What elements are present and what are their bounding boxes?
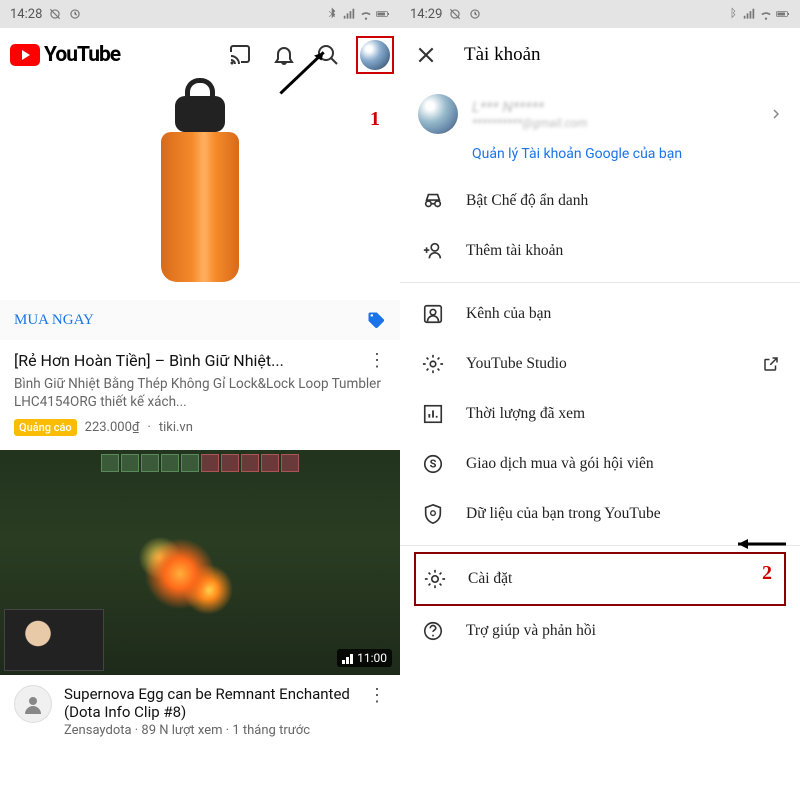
bottle-image: [160, 96, 240, 286]
svg-text:S: S: [430, 458, 437, 471]
ad-info-block: [Rẻ Hơn Hoàn Tiền] – Bình Giữ Nhiệt... ⋮…: [0, 340, 400, 450]
battery-icon: [776, 7, 790, 21]
menu-label: Thời lượng đã xem: [466, 405, 585, 423]
ad-source: tiki.vn: [159, 420, 193, 435]
menu-item-purchases[interactable]: S Giao dịch mua và gói hội viên: [400, 439, 800, 489]
menu-label: Trợ giúp và phản hồi: [466, 622, 596, 640]
status-bar-right: 14:29: [400, 0, 800, 28]
shield-icon: [422, 503, 444, 525]
menu-label: Kênh của bạn: [466, 305, 551, 323]
clock-icon: [68, 7, 82, 21]
settings-highlight-box: Cài đặt: [414, 552, 786, 606]
menu-label: Bật Chế độ ẩn danh: [466, 192, 588, 210]
cast-icon[interactable]: [228, 43, 252, 67]
profile-email: **********@gmail.com: [472, 116, 756, 130]
buy-now-label: MUA NGAY: [14, 312, 94, 329]
bluetooth-icon: [725, 7, 739, 21]
incognito-icon: [422, 190, 444, 212]
signal-icon: [742, 7, 756, 21]
stream-webcam-inset: [4, 609, 104, 671]
status-time-right: 14:29: [410, 7, 442, 22]
clock-icon: [468, 7, 482, 21]
account-menu-list: Bật Chế độ ẩn danh Thêm tài khoản Kênh c…: [400, 176, 800, 656]
signal-icon: [342, 7, 356, 21]
channel-avatar[interactable]: [14, 685, 52, 723]
video-subtitle: Zensaydota · 89 N lượt xem · 1 tháng trư…: [64, 723, 368, 738]
menu-item-settings[interactable]: Cài đặt: [424, 554, 776, 604]
profile-avatar-button[interactable]: [360, 40, 390, 70]
annotation-arrow-2: [728, 536, 788, 552]
annotation-number-2: 2: [762, 562, 772, 585]
profile-row[interactable]: L*** N***** **********@gmail.com: [400, 82, 800, 146]
menu-label: Thêm tài khoản: [466, 242, 563, 260]
bluetooth-icon: [325, 7, 339, 21]
menu-item-your-data[interactable]: Dữ liệu của bạn trong YouTube: [400, 489, 800, 539]
alarm-off-icon: [448, 7, 462, 21]
menu-label: Giao dịch mua và gói hội viên: [466, 455, 654, 473]
youtube-logo-text: YouTube: [44, 43, 120, 67]
person-box-icon: [422, 303, 444, 325]
phone-right: 14:29 Tài khoản L*** N***** **********@g…: [400, 0, 800, 800]
video-thumbnail[interactable]: 11:00: [0, 450, 400, 675]
status-time: 14:28: [10, 7, 42, 22]
video-duration-badge: 11:00: [337, 649, 392, 667]
dollar-icon: S: [422, 453, 444, 475]
menu-item-time-watched[interactable]: Thời lượng đã xem: [400, 389, 800, 439]
tag-icon: [366, 310, 386, 330]
profile-name: L*** N*****: [472, 98, 756, 116]
ad-more-menu[interactable]: ⋮: [368, 350, 386, 371]
add-user-icon: [422, 240, 444, 262]
video-more-menu[interactable]: ⋮: [368, 685, 386, 738]
video-title: Supernova Egg can be Remnant Enchanted (…: [64, 685, 368, 721]
account-header: Tài khoản: [400, 28, 800, 82]
video-info-row[interactable]: Supernova Egg can be Remnant Enchanted (…: [0, 675, 400, 748]
manage-google-account-link[interactable]: Quản lý Tài khoản Google của bạn: [400, 146, 800, 176]
divider: [400, 282, 800, 283]
ad-product-image[interactable]: [0, 82, 400, 300]
youtube-logo[interactable]: YouTube: [10, 43, 120, 67]
battery-icon: [376, 7, 390, 21]
youtube-header: YouTube: [0, 28, 400, 82]
ad-title[interactable]: [Rẻ Hơn Hoàn Tiền] – Bình Giữ Nhiệt...: [14, 351, 284, 370]
menu-item-add-account[interactable]: Thêm tài khoản: [400, 226, 800, 276]
gear-icon: [424, 568, 446, 590]
menu-label: Dữ liệu của bạn trong YouTube: [466, 505, 661, 523]
wifi-icon: [759, 7, 773, 21]
ad-description: Bình Giữ Nhiệt Bằng Thép Không Gỉ Lock&L…: [14, 375, 386, 411]
ad-price: 223.000₫: [85, 420, 140, 435]
close-icon[interactable]: [416, 45, 436, 65]
menu-item-incognito[interactable]: Bật Chế độ ẩn danh: [400, 176, 800, 226]
annotation-number-1: 1: [370, 108, 380, 131]
alarm-off-icon: [48, 7, 62, 21]
menu-label: YouTube Studio: [466, 355, 567, 373]
account-title: Tài khoản: [464, 44, 541, 66]
menu-label: Cài đặt: [468, 570, 512, 588]
dot-separator: ·: [147, 420, 150, 435]
avatar-highlight-box: [356, 36, 394, 74]
menu-item-help[interactable]: Trợ giúp và phản hồi: [400, 606, 800, 656]
phone-left: 14:28 YouTube: [0, 0, 400, 800]
wifi-icon: [359, 7, 373, 21]
bar-chart-icon: [422, 403, 444, 425]
chevron-right-icon: [770, 108, 782, 120]
studio-gear-icon: [422, 353, 444, 375]
ad-badge: Quảng cáo: [14, 419, 77, 436]
status-bar: 14:28: [0, 0, 400, 28]
menu-item-your-channel[interactable]: Kênh của bạn: [400, 289, 800, 339]
help-icon: [422, 620, 444, 642]
external-link-icon: [762, 355, 780, 373]
ad-buy-bar[interactable]: MUA NGAY: [0, 300, 400, 340]
menu-item-studio[interactable]: YouTube Studio: [400, 339, 800, 389]
profile-avatar: [418, 94, 458, 134]
